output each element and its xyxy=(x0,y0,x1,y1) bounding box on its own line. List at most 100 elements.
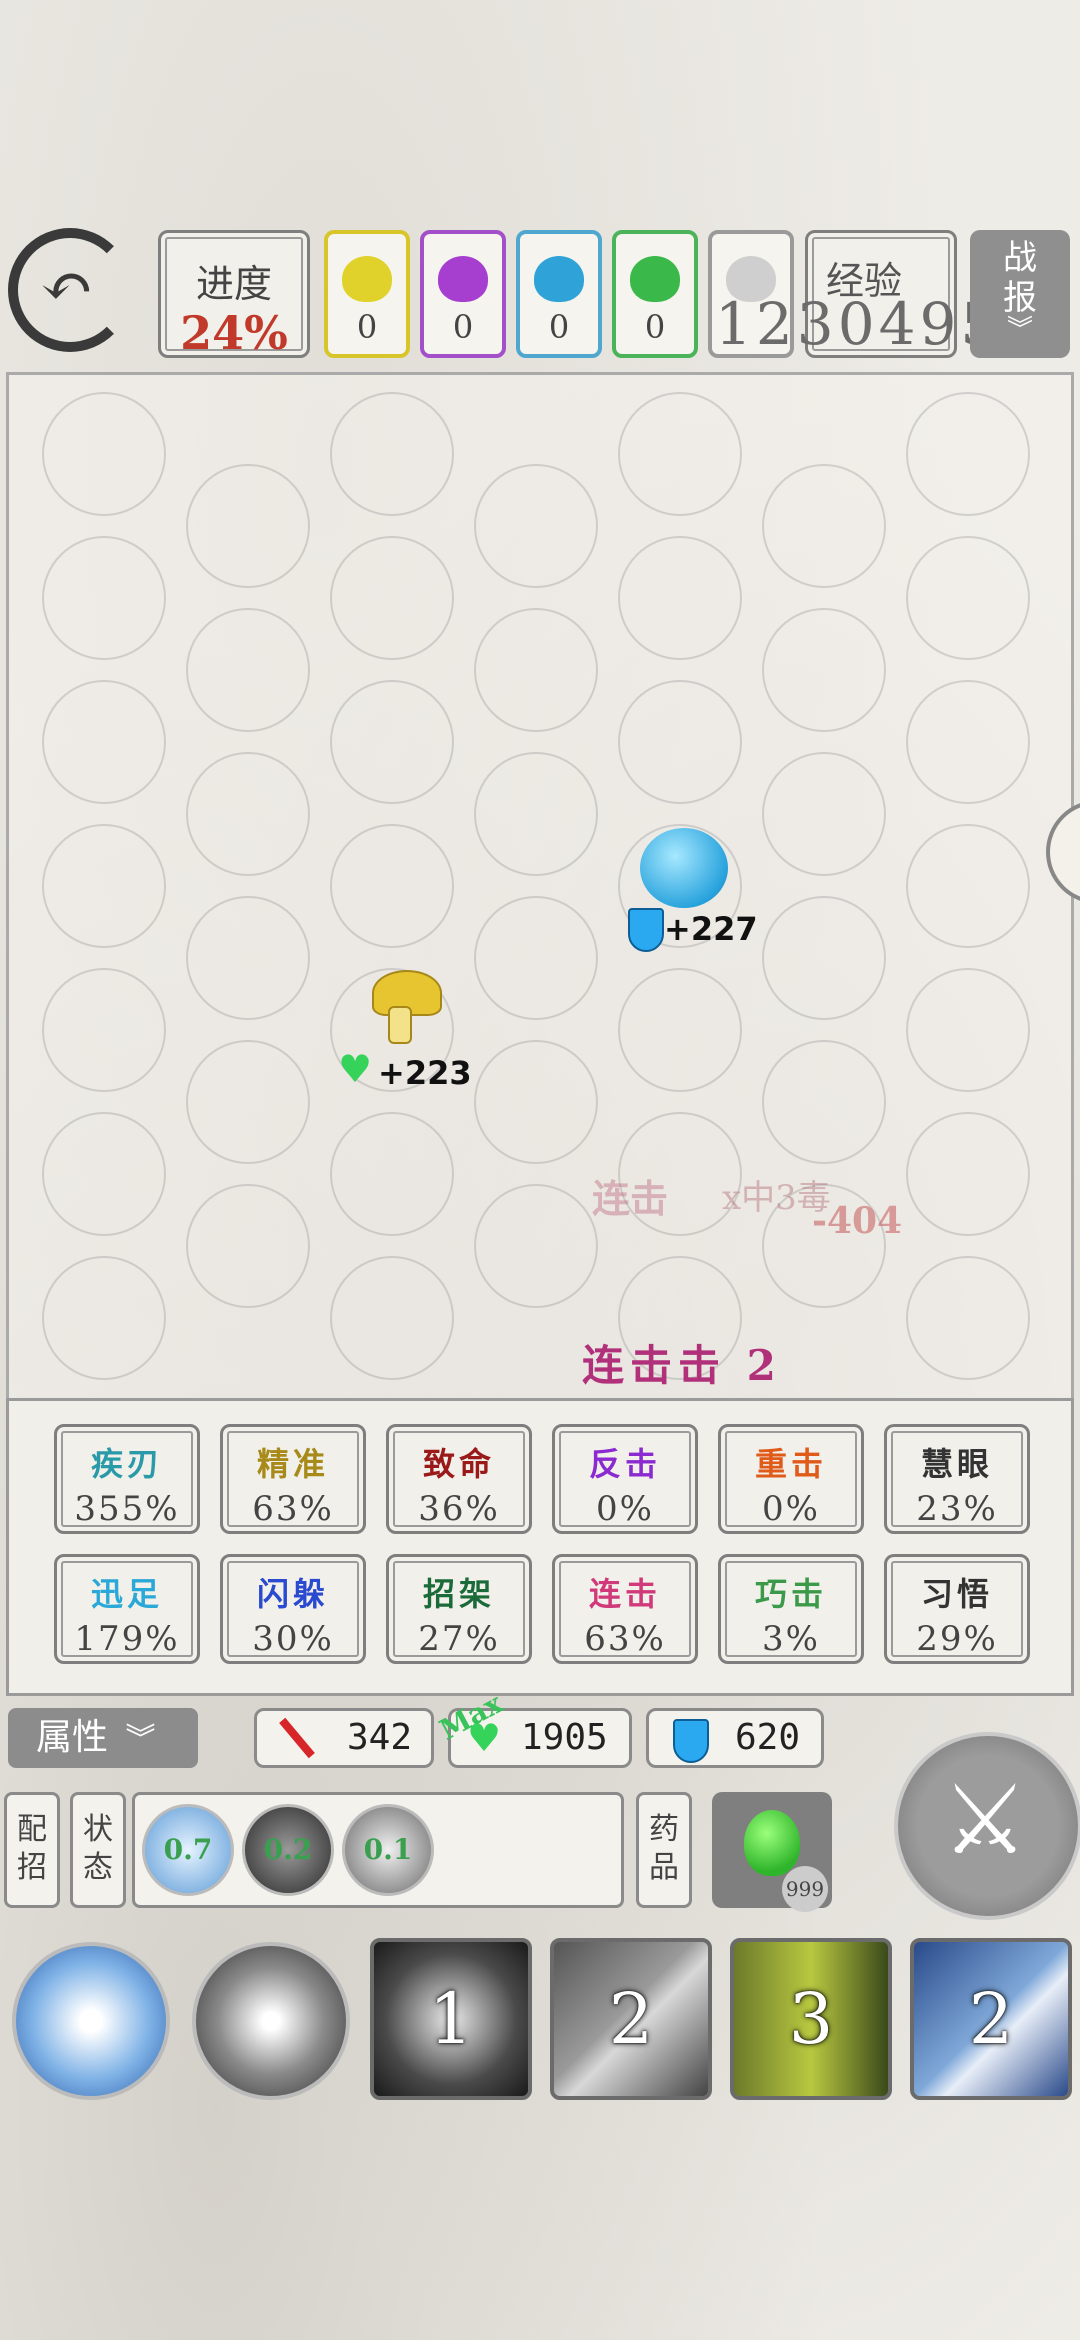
board-cell[interactable] xyxy=(186,896,310,1020)
board-cell[interactable] xyxy=(906,1112,1030,1236)
board-cell[interactable] xyxy=(186,1040,310,1164)
board-cell[interactable] xyxy=(42,1112,166,1236)
board-cell[interactable] xyxy=(330,392,454,516)
stat-name: 重击 xyxy=(754,1445,827,1483)
attack-value: 342 xyxy=(347,1717,413,1758)
board-cell[interactable] xyxy=(42,680,166,804)
blue-bag-count: 0 xyxy=(548,308,570,346)
board-cell[interactable] xyxy=(42,968,166,1092)
purple-bag-card[interactable]: 0 xyxy=(420,230,506,358)
stat-name: 反击 xyxy=(588,1445,661,1483)
board-cell[interactable] xyxy=(42,824,166,948)
board-cell[interactable] xyxy=(186,752,310,876)
board-cell[interactable] xyxy=(762,752,886,876)
board-cell[interactable] xyxy=(42,392,166,516)
board-cell[interactable] xyxy=(474,608,598,732)
orb-shield-bonus: +227 xyxy=(664,910,758,948)
shield-icon xyxy=(628,908,664,952)
board-cell[interactable] xyxy=(618,392,742,516)
stat-card[interactable]: 疾刃 355% xyxy=(54,1424,200,1534)
shield-icon xyxy=(673,1719,709,1763)
stat-card[interactable]: 巧击 3% xyxy=(718,1554,864,1664)
config-button[interactable]: 配招 xyxy=(4,1792,60,1908)
attributes-label: 属性 xyxy=(36,1717,109,1758)
stat-card[interactable]: 慧眼 23% xyxy=(884,1424,1030,1534)
board-cell[interactable] xyxy=(186,608,310,732)
board-cell[interactable] xyxy=(906,536,1030,660)
status-label: 状态 xyxy=(83,1812,113,1885)
board-cell[interactable] xyxy=(474,1184,598,1308)
board-cell[interactable] xyxy=(906,680,1030,804)
blue-orb-icon[interactable] xyxy=(640,828,728,908)
stat-card[interactable]: 致命 36% xyxy=(386,1424,532,1534)
green-bag-icon xyxy=(630,256,680,302)
blue-bag-icon xyxy=(534,256,584,302)
board-cell[interactable] xyxy=(906,1256,1030,1380)
skill-card-1-level: 1 xyxy=(428,1978,474,2060)
board-cell[interactable] xyxy=(618,536,742,660)
blue-bag-card[interactable]: 0 xyxy=(516,230,602,358)
stat-value: 355% xyxy=(74,1489,180,1529)
board-cell[interactable] xyxy=(762,464,886,588)
board-cell[interactable] xyxy=(330,824,454,948)
skill-eye-orb[interactable] xyxy=(192,1942,350,2100)
buff-wind[interactable]: 0.7 xyxy=(142,1804,234,1896)
skill-card-4[interactable]: 2 xyxy=(910,1938,1072,2100)
stat-value: 0% xyxy=(762,1489,820,1529)
board-cell[interactable] xyxy=(42,536,166,660)
stat-card[interactable]: 闪躲 30% xyxy=(220,1554,366,1664)
green-bag-card[interactable]: 0 xyxy=(612,230,698,358)
board-cell[interactable] xyxy=(906,968,1030,1092)
board-cell[interactable] xyxy=(474,896,598,1020)
board-cell[interactable] xyxy=(762,1040,886,1164)
stat-value: 63% xyxy=(252,1489,334,1529)
battle-report-button[interactable]: 战 报 ︾ xyxy=(970,230,1070,358)
skill-card-3-level: 3 xyxy=(788,1978,834,2060)
board-cell[interactable] xyxy=(474,752,598,876)
skill-wind-orb[interactable] xyxy=(12,1942,170,2100)
stat-card[interactable]: 迅足 179% xyxy=(54,1554,200,1664)
stat-card[interactable]: 习悟 29% xyxy=(884,1554,1030,1664)
defense-value: 620 xyxy=(735,1717,801,1758)
board-cell[interactable] xyxy=(762,896,886,1020)
board-cell[interactable] xyxy=(906,392,1030,516)
board-cell[interactable] xyxy=(330,536,454,660)
skill-card-1[interactable]: 1 xyxy=(370,1938,532,2100)
board-cell[interactable] xyxy=(42,1256,166,1380)
board-cell[interactable] xyxy=(618,968,742,1092)
attributes-toggle-button[interactable]: 属性 ︾ xyxy=(8,1708,198,1768)
yellow-bag-card[interactable]: 0 xyxy=(324,230,410,358)
status-button[interactable]: 状态 xyxy=(70,1792,126,1908)
stat-card[interactable]: 重击 0% xyxy=(718,1424,864,1534)
stat-card[interactable]: 连击 63% xyxy=(552,1554,698,1664)
board-cell[interactable] xyxy=(330,680,454,804)
buff-yinyang[interactable]: 0.2 xyxy=(242,1804,334,1896)
board-cell[interactable] xyxy=(618,680,742,804)
stat-card[interactable]: 精准 63% xyxy=(220,1424,366,1534)
board-cell[interactable] xyxy=(186,464,310,588)
stat-value: 36% xyxy=(418,1489,500,1529)
buff-blade[interactable]: 0.1 xyxy=(342,1804,434,1896)
stat-value: 3% xyxy=(762,1619,820,1659)
board-cell[interactable] xyxy=(474,464,598,588)
report-label-1: 战 xyxy=(1003,238,1037,278)
stat-card[interactable]: 招架 27% xyxy=(386,1554,532,1664)
board-cell[interactable] xyxy=(186,1184,310,1308)
skill-card-3[interactable]: 3 xyxy=(730,1938,892,2100)
board-cell[interactable] xyxy=(762,608,886,732)
chevron-down-icon: ︾ xyxy=(125,1722,156,1757)
chevron-down-icon: ︾ xyxy=(1006,315,1033,345)
stat-value: 29% xyxy=(916,1619,998,1659)
board-cell[interactable] xyxy=(906,824,1030,948)
potion-label-button[interactable]: 药品 xyxy=(636,1792,692,1908)
stat-value: 179% xyxy=(74,1619,180,1659)
skill-card-2[interactable]: 2 xyxy=(550,1938,712,2100)
stat-name: 招架 xyxy=(422,1575,495,1613)
board-cell[interactable] xyxy=(330,1112,454,1236)
defense-stat: 620 xyxy=(646,1708,824,1768)
progress-label: 进度 xyxy=(195,262,272,306)
stat-card[interactable]: 反击 0% xyxy=(552,1424,698,1534)
board-cell[interactable] xyxy=(330,1256,454,1380)
board-cell[interactable] xyxy=(474,1040,598,1164)
config-label: 配招 xyxy=(17,1812,47,1885)
